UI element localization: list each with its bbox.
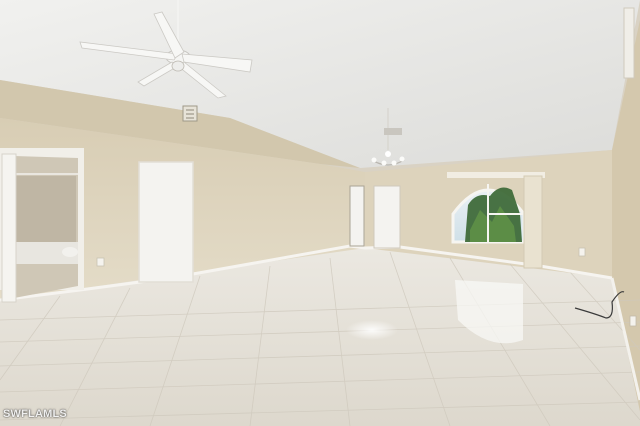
room-photo: SWFLAMLS bbox=[0, 0, 640, 426]
back-door bbox=[373, 185, 401, 249]
window-curtain bbox=[523, 175, 543, 269]
mls-watermark: SWFLAMLS bbox=[3, 408, 67, 420]
wall-outlet bbox=[578, 247, 586, 257]
closet-door bbox=[138, 161, 194, 283]
wall-outlet bbox=[629, 315, 637, 327]
wall-fixture bbox=[623, 7, 635, 79]
light-reflection bbox=[346, 320, 398, 340]
toilet bbox=[62, 247, 78, 257]
back-door-narrow bbox=[349, 185, 365, 247]
room-illustration bbox=[0, 0, 640, 426]
bathroom-door bbox=[1, 153, 17, 303]
wall-outlet bbox=[96, 257, 105, 267]
shower-wall bbox=[16, 176, 76, 242]
